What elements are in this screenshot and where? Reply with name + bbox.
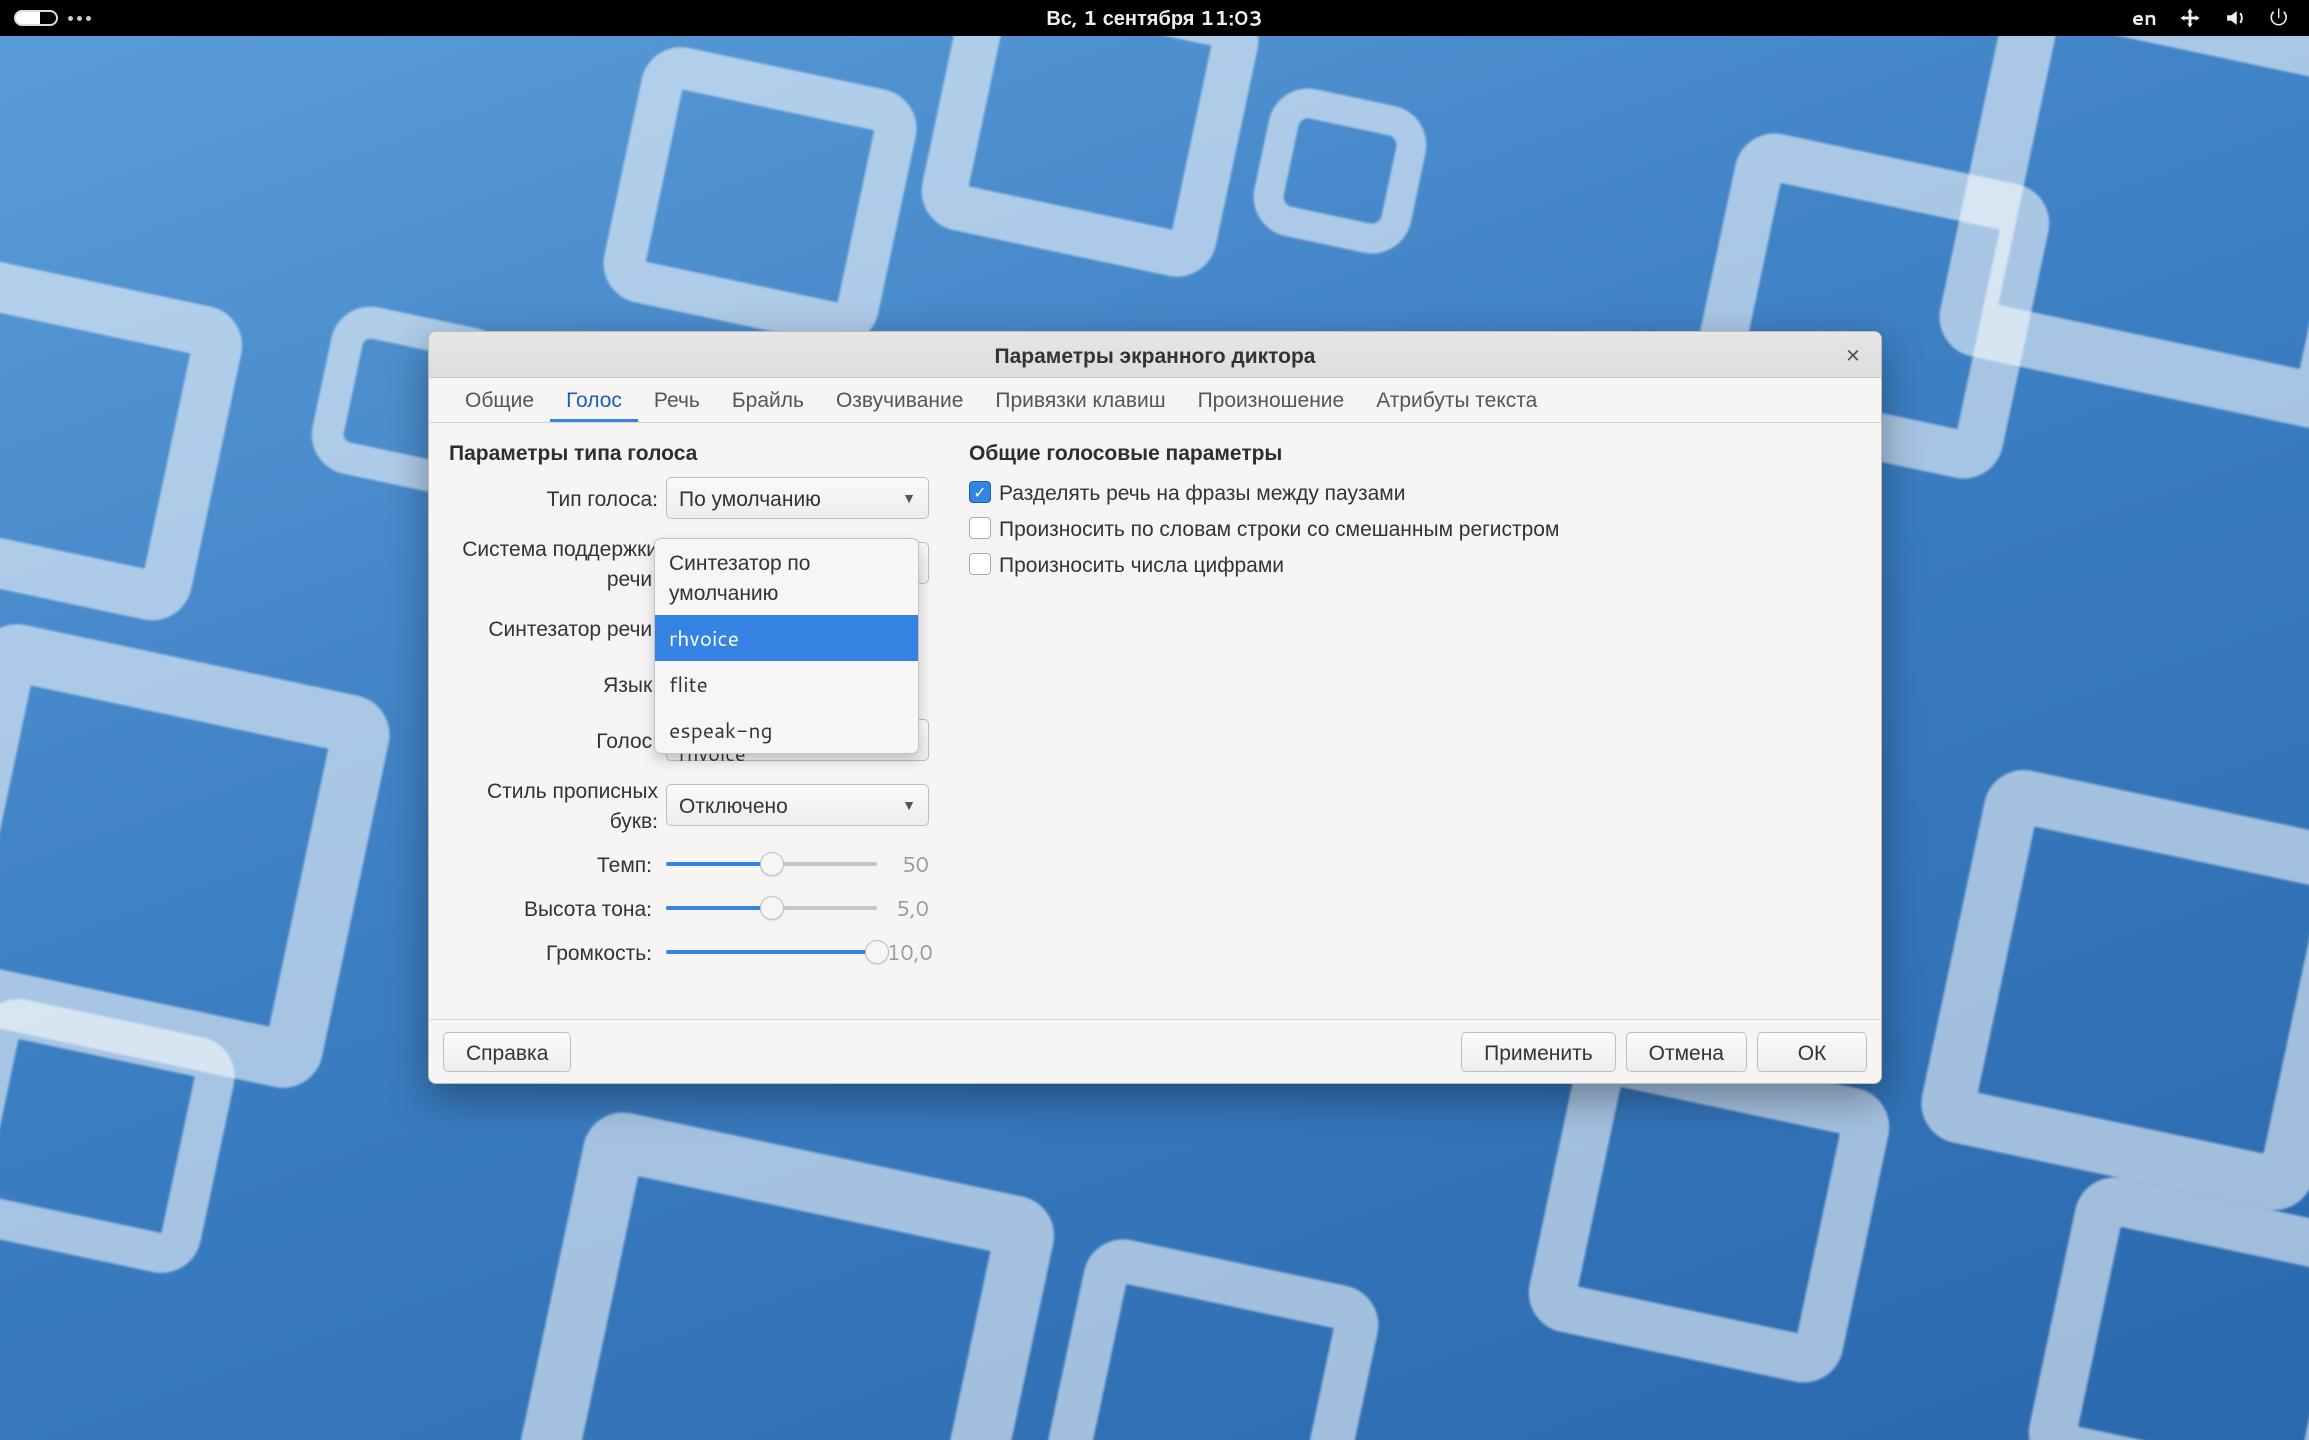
tab-voice[interactable]: Голос: [550, 378, 638, 422]
top-bar: Вс, 1 сентября 11:03 en: [0, 0, 2309, 36]
tab-general[interactable]: Общие: [449, 378, 550, 422]
dialog-titlebar: Параметры экранного диктора ×: [429, 332, 1881, 378]
keyboard-layout[interactable]: en: [2132, 4, 2157, 32]
tab-echo[interactable]: Озвучивание: [820, 378, 979, 422]
caps-style-value: Отключено: [679, 790, 788, 820]
mixed-case-label: Произносить по словам строки со смешанны…: [999, 513, 1559, 543]
tab-speech[interactable]: Речь: [638, 378, 716, 422]
digits-checkbox[interactable]: [969, 553, 991, 575]
volume-icon[interactable]: [2223, 7, 2245, 29]
speech-synth-label: Синтезатор речи:: [449, 613, 666, 643]
voice-label: Голос:: [449, 725, 666, 755]
dialog-title: Параметры экранного диктора: [995, 340, 1316, 370]
dropdown-item-rhvoice[interactable]: rhvoice: [655, 615, 918, 661]
pitch-value: 5,0: [877, 893, 929, 923]
digits-label: Произносить числа цифрами: [999, 549, 1284, 579]
voice-type-combo[interactable]: По умолчанию ▼: [666, 477, 929, 519]
tempo-label: Темп:: [449, 849, 666, 879]
voice-type-label: Тип голоса:: [449, 483, 666, 513]
chevron-down-icon: ▼: [902, 488, 916, 508]
pitch-slider[interactable]: [666, 896, 877, 920]
speech-synth-dropdown: Синтезатор по умолчанию rhvoice flite es…: [654, 538, 919, 754]
caps-style-label: Стиль прописных букв:: [449, 775, 666, 835]
close-button[interactable]: ×: [1839, 340, 1867, 368]
split-phrases-label: Разделять речь на фразы между паузами: [999, 477, 1405, 507]
activities-pill[interactable]: [14, 10, 58, 26]
workspace-dots: [68, 16, 91, 21]
clock[interactable]: Вс, 1 сентября 11:03: [1046, 4, 1262, 32]
voice-type-value: По умолчанию: [679, 483, 821, 513]
voice-type-section-title: Параметры типа голоса: [449, 437, 929, 467]
pitch-label: Высота тона:: [449, 893, 666, 923]
tab-keybindings[interactable]: Привязки клавиш: [979, 378, 1181, 422]
screen-reader-settings-dialog: Параметры экранного диктора × Общие Голо…: [428, 331, 1882, 1084]
help-button[interactable]: Справка: [443, 1032, 571, 1072]
dropdown-item-default-synth[interactable]: Синтезатор по умолчанию: [655, 539, 918, 615]
language-label: Язык:: [449, 669, 666, 699]
network-icon[interactable]: [2179, 7, 2201, 29]
mixed-case-checkbox[interactable]: [969, 517, 991, 539]
dialog-footer: Справка Применить Отмена ОК: [429, 1019, 1881, 1083]
dropdown-item-flite[interactable]: flite: [655, 661, 918, 707]
ok-button[interactable]: ОК: [1757, 1032, 1867, 1072]
dropdown-item-espeak-ng[interactable]: espeak-ng: [655, 707, 918, 753]
tab-text-attributes[interactable]: Атрибуты текста: [1360, 378, 1553, 422]
volume-slider[interactable]: [666, 940, 877, 964]
speech-system-label: Система поддержки речи:: [449, 533, 666, 593]
tempo-slider[interactable]: [666, 852, 877, 876]
split-phrases-checkbox[interactable]: ✓: [969, 481, 991, 503]
apply-button[interactable]: Применить: [1461, 1032, 1616, 1072]
tempo-value: 50: [877, 849, 929, 879]
tab-braille[interactable]: Брайль: [716, 378, 820, 422]
tab-bar: Общие Голос Речь Брайль Озвучивание Прив…: [429, 378, 1881, 423]
chevron-down-icon: ▼: [902, 795, 916, 815]
power-icon[interactable]: [2267, 7, 2289, 29]
cancel-button[interactable]: Отмена: [1626, 1032, 1747, 1072]
general-voice-section-title: Общие голосовые параметры: [969, 437, 1861, 467]
caps-style-combo[interactable]: Отключено ▼: [666, 784, 929, 826]
volume-label: Громкость:: [449, 937, 666, 967]
tab-pronunciation[interactable]: Произношение: [1182, 378, 1361, 422]
